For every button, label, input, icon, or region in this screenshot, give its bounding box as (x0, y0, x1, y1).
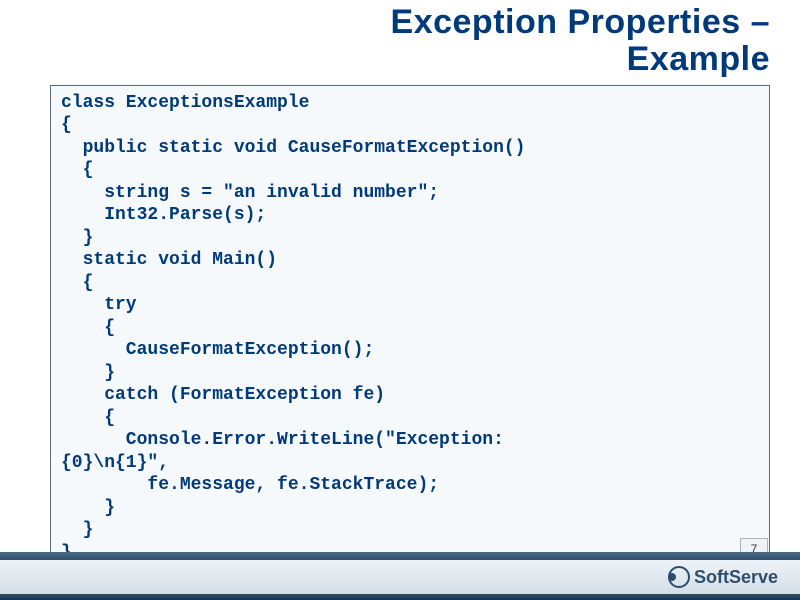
title-line-2: Example (627, 40, 770, 78)
slide-title: Exception Properties – Example (0, 0, 800, 85)
code-block: class ExceptionsExample { public static … (50, 85, 770, 572)
footer-stripe-bottom (0, 594, 800, 600)
footer-stripe-top (0, 552, 800, 560)
brand-icon (668, 566, 690, 588)
title-line-1: Exception Properties – (391, 3, 770, 41)
brand-text: SoftServe (694, 567, 778, 588)
footer-bar: SoftServe (0, 560, 800, 594)
brand-logo: SoftServe (668, 566, 778, 588)
slide-footer: SoftServe (0, 552, 800, 600)
